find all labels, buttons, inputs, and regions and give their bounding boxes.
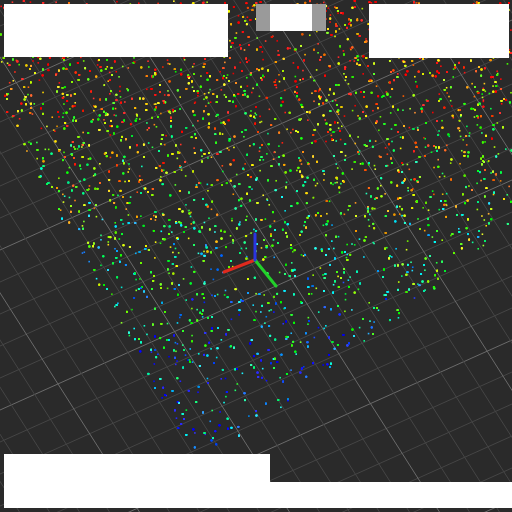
overlay-panel (270, 4, 312, 31)
viewer[interactable] (0, 0, 512, 512)
overlay-panel (369, 4, 509, 58)
overlay-panel (4, 4, 228, 57)
overlay-panel (270, 482, 512, 508)
axis-line (224, 260, 255, 272)
axis-line (255, 260, 276, 286)
overlay-panel (4, 454, 270, 508)
axis-line (254, 234, 257, 260)
point-cloud-view[interactable] (0, 0, 512, 512)
axes-icon (0, 0, 512, 512)
